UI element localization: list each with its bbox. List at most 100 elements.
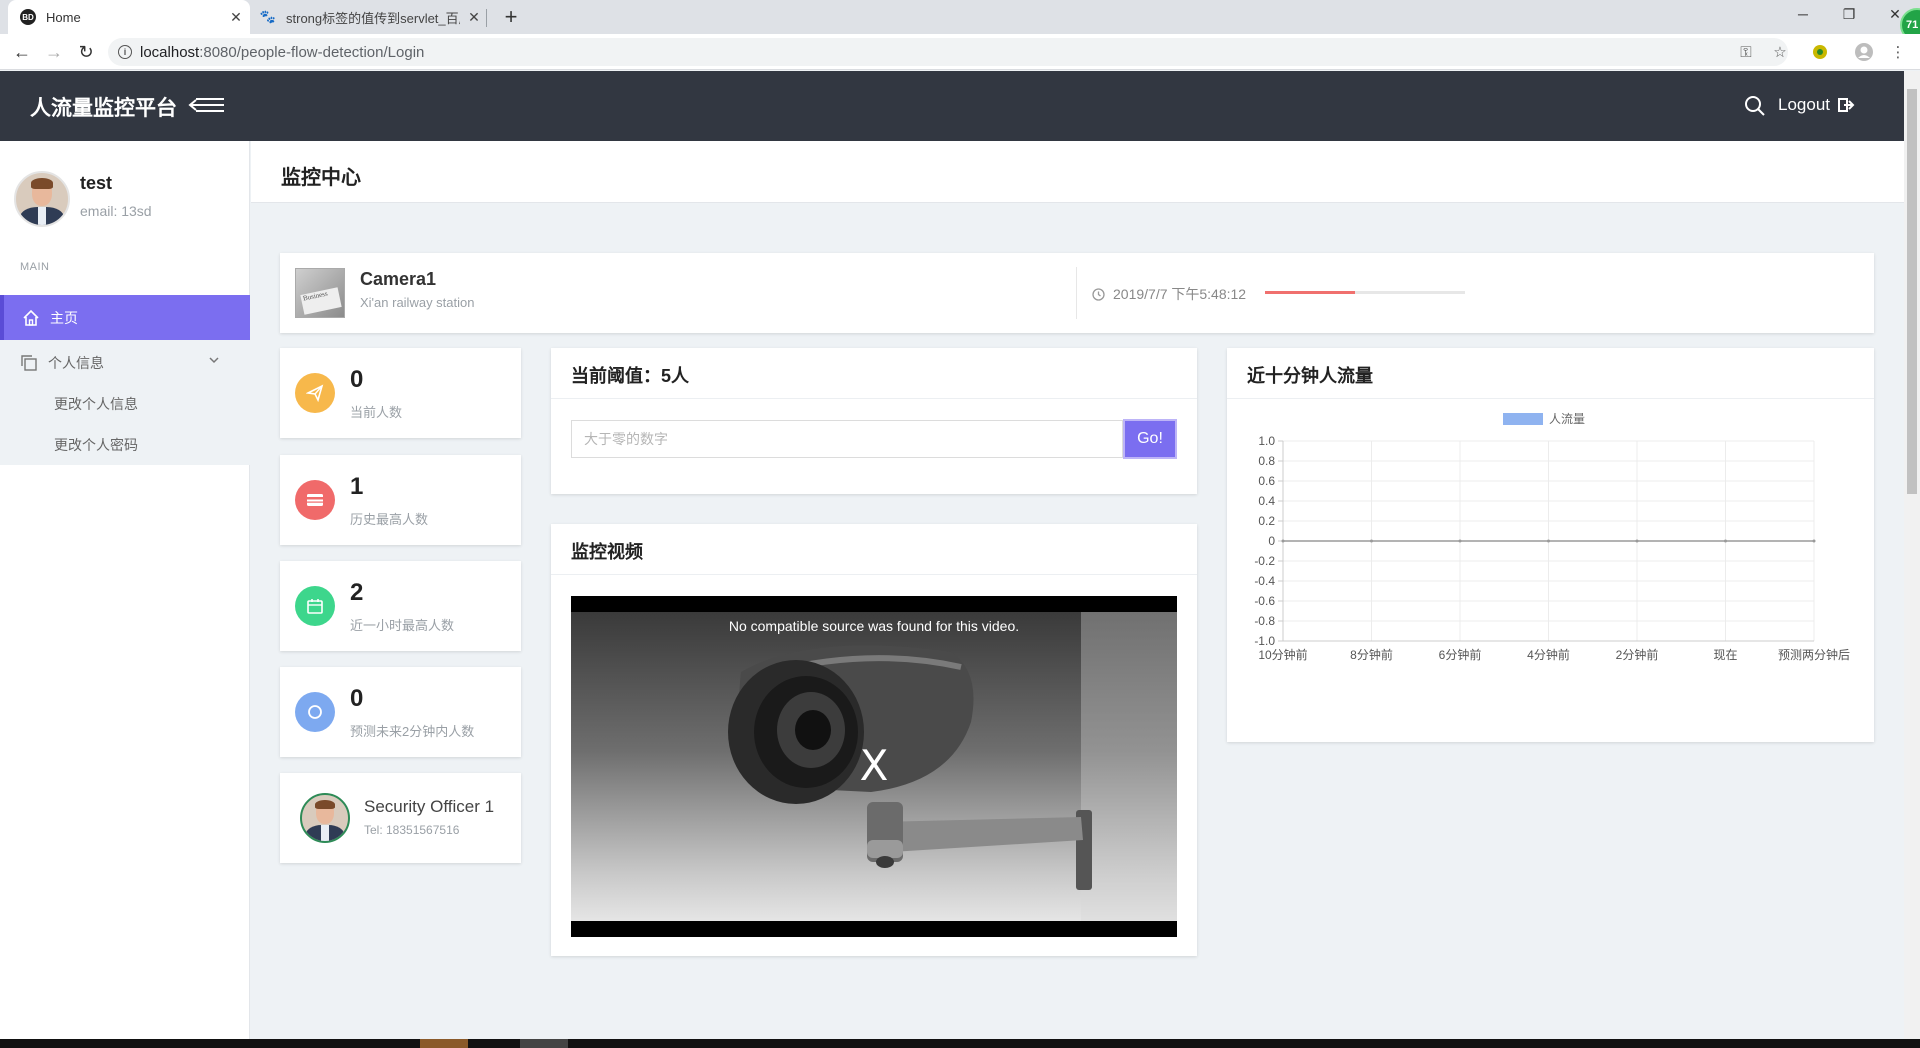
y-tick-label: -1.0 <box>1254 634 1275 648</box>
browser-menu-icon[interactable]: ⋮ <box>1888 42 1908 62</box>
video-player[interactable]: No compatible source was found for this … <box>571 596 1177 937</box>
sidebar-item-home[interactable]: 主页 <box>0 295 250 340</box>
security-officer-card: Security Officer 1 Tel: 18351567516 <box>280 773 521 863</box>
data-point <box>1281 539 1285 543</box>
browser-toolbar: ← → ↻ i localhost:8080/people-flow-detec… <box>0 34 1920 70</box>
sidebar-item-personal-info[interactable]: 个人信息 <box>0 340 250 385</box>
logout-button[interactable]: Logout <box>1778 95 1856 115</box>
site-info-icon[interactable]: i <box>118 45 132 59</box>
scrollbar-thumb[interactable] <box>1907 89 1917 494</box>
y-tick-label: 0.6 <box>1258 474 1275 488</box>
divider <box>551 574 1197 575</box>
extension-icon[interactable] <box>1810 42 1830 62</box>
video-card: 监控视频 No compatible source was found for … <box>551 524 1197 956</box>
browser-tabstrip: BD Home ✕ 🐾 strong标签的值传到servlet_百度 ✕ + ─… <box>0 0 1920 42</box>
video-error-message: No compatible source was found for this … <box>728 618 1020 634</box>
timestamp-text: 2019/7/7 下午5:48:12 <box>1113 286 1247 302</box>
new-tab-icon[interactable]: + <box>498 4 524 30</box>
y-tick-label: -0.4 <box>1254 574 1275 588</box>
profile-icon[interactable] <box>1854 42 1874 62</box>
taskbar-app[interactable] <box>520 1039 568 1048</box>
data-point <box>1370 539 1373 543</box>
address-bar[interactable]: i localhost:8080/people-flow-detection/L… <box>108 38 1788 66</box>
menu-toggle-icon[interactable] <box>188 95 226 120</box>
page-scrollbar[interactable] <box>1904 71 1920 1039</box>
y-tick-label: -0.2 <box>1254 554 1275 568</box>
tab-close-icon[interactable]: ✕ <box>222 9 250 26</box>
stat-label: 当前人数 <box>350 405 403 420</box>
stat-icon-circle <box>295 373 335 413</box>
circle-icon <box>308 705 322 719</box>
camera-timestamp: 2019/7/7 下午5:48:12 <box>1092 284 1246 304</box>
video-error-x-icon: X <box>859 741 889 790</box>
sidebar-group-personal: 个人信息 更改个人信息 更改个人密码 <box>0 340 250 465</box>
tab-title: Home <box>46 9 81 25</box>
threshold-card: 当前阈值：5人 Go! <box>551 348 1197 494</box>
search-icon[interactable] <box>1744 95 1766 122</box>
threshold-title: 当前阈值：5人 <box>571 366 690 386</box>
section-label: MAIN <box>20 261 50 273</box>
bookmark-star-icon[interactable]: ☆ <box>1770 42 1790 62</box>
progress-fill <box>1265 291 1355 294</box>
forward-arrow-icon[interactable]: → <box>42 40 66 64</box>
taskbar-app[interactable] <box>420 1039 468 1048</box>
x-tick-label: 10分钟前 <box>1258 647 1307 662</box>
credit-card-icon <box>307 494 323 506</box>
data-point <box>1635 539 1639 543</box>
y-tick-label: -0.6 <box>1254 594 1275 608</box>
stat-icon-circle <box>295 586 335 626</box>
divider <box>1076 267 1077 319</box>
tab-home[interactable]: BD Home ✕ <box>8 0 250 34</box>
sign-out-icon <box>1838 98 1855 112</box>
camera-name: Camera1 <box>360 269 437 289</box>
officer-avatar[interactable] <box>300 793 350 843</box>
home-icon <box>23 309 39 326</box>
sidebar-item-label: 主页 <box>50 309 78 326</box>
sidebar: test email: 13sd MAIN 主页 个人信息 更改个人信息 更改个… <box>0 141 250 1039</box>
stat-card-forecast: 0 预测未来2分钟内人数 <box>280 667 521 757</box>
reload-icon[interactable]: ↻ <box>74 40 98 64</box>
legend-swatch <box>1503 413 1543 425</box>
data-point <box>1724 539 1727 543</box>
sidebar-item-edit-info[interactable]: 更改个人信息 <box>54 394 138 414</box>
copy-icon <box>21 354 37 371</box>
stat-card-hour-max: 2 近一小时最高人数 <box>280 561 521 651</box>
os-taskbar <box>0 1039 1920 1048</box>
url-path: :8080/people-flow-detection/Login <box>199 43 425 61</box>
camera-card: Business Camera1 Xi'an railway station 2… <box>280 253 1874 333</box>
stat-value: 0 <box>350 366 364 393</box>
video-title: 监控视频 <box>571 542 643 562</box>
stat-value: 2 <box>350 579 364 606</box>
y-tick-label: 1.0 <box>1258 434 1275 448</box>
tab-baidu[interactable]: 🐾 strong标签的值传到servlet_百度 ✕ <box>252 0 488 34</box>
key-icon[interactable]: ⚿ <box>1736 42 1756 62</box>
calendar-icon <box>307 599 323 614</box>
baidu-paw-icon: 🐾 <box>259 9 277 24</box>
threshold-input[interactable] <box>571 420 1123 458</box>
sidebar-item-label: 个人信息 <box>48 354 104 371</box>
back-arrow-icon[interactable]: ← <box>10 40 34 64</box>
people-flow-line-chart: 人流量 1.0 0.8 0.6 0.4 0.2 0 -0.2 -0.4 -0.6 -0.8 -1.01… <box>1254 412 1850 662</box>
officer-name: Security Officer 1 <box>364 797 495 816</box>
bd-favicon-icon: BD <box>20 9 36 25</box>
tab-close-icon[interactable]: ✕ <box>460 9 488 26</box>
chart-title: 近十分钟人流量 <box>1247 366 1373 386</box>
minimize-icon[interactable]: ─ <box>1780 0 1826 28</box>
page-title: 监控中心 <box>281 167 361 189</box>
x-tick-label: 6分钟前 <box>1439 647 1482 662</box>
data-point <box>1547 539 1550 543</box>
legend-label: 人流量 <box>1549 412 1585 426</box>
sidebar-item-edit-password[interactable]: 更改个人密码 <box>54 435 138 455</box>
stat-card-history-max: 1 历史最高人数 <box>280 455 521 545</box>
chevron-down-icon <box>209 357 219 364</box>
page-title-bar: 监控中心 <box>251 141 1904 203</box>
stat-label: 历史最高人数 <box>350 512 429 527</box>
x-tick-label: 8分钟前 <box>1350 647 1393 662</box>
restore-icon[interactable]: ❐ <box>1826 0 1872 28</box>
y-tick-label: 0.4 <box>1258 494 1275 508</box>
go-button[interactable]: Go! <box>1123 419 1177 459</box>
clock-icon <box>1092 287 1105 301</box>
camera-thumbnail[interactable]: Business <box>295 268 345 318</box>
user-avatar[interactable] <box>14 171 70 227</box>
user-name: test <box>80 173 113 193</box>
